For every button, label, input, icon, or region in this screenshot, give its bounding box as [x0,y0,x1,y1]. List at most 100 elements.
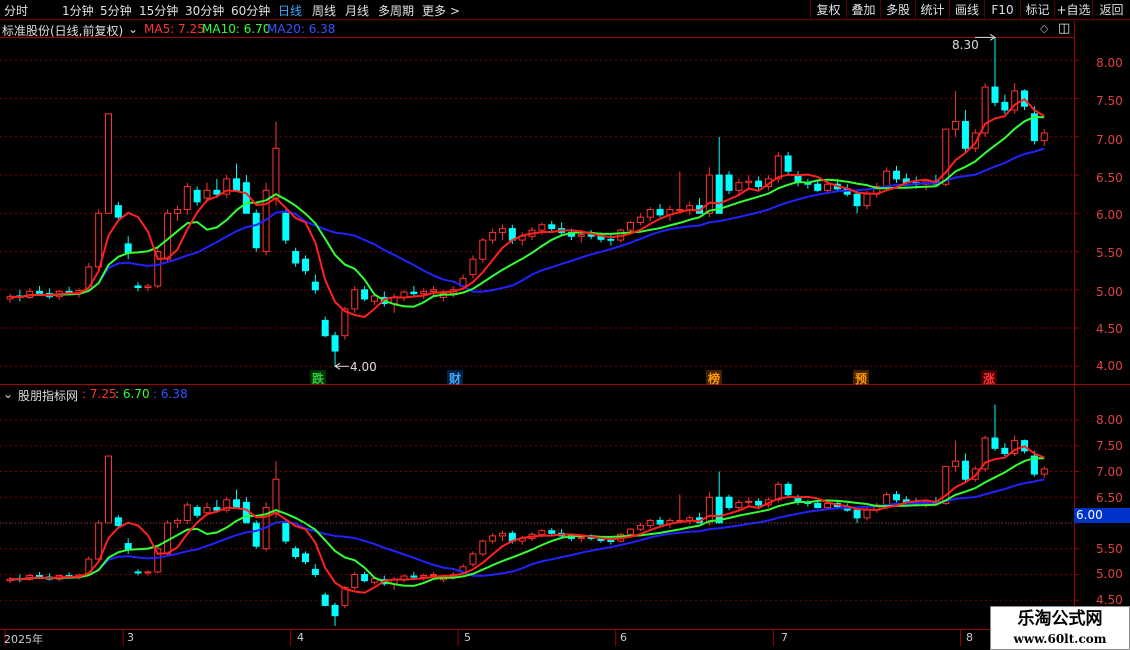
main-candle [952,121,960,130]
period-tab-monthly[interactable]: 月线 [345,2,369,19]
overlay-button[interactable]: 叠加 [846,0,880,20]
add-watchlist-button[interactable]: +自选 [1054,0,1092,20]
period-tab-60min[interactable]: 60分钟 [231,2,270,19]
period-tab-30min[interactable]: 30分钟 [185,2,224,19]
high-price-label: 8.30 [952,38,979,52]
main-y-tick: 5.00 [1096,285,1123,299]
event-marker-forecast[interactable]: 预 [855,370,867,387]
main-candle [203,189,211,199]
main-candle [430,289,438,292]
panel-layout-icon[interactable]: ◫ [1058,21,1070,36]
main-candle [705,174,713,214]
sub-candle [311,568,319,575]
adjust-button[interactable]: 复权 [810,0,846,20]
sub-candle [114,517,122,527]
main-candle [725,174,733,191]
date-label: 7 [781,631,788,644]
main-candle [577,234,585,237]
sub-candle [863,509,871,519]
indicator-value-2: : 6.70 [115,387,150,401]
draw-line-button[interactable]: 画线 [949,0,984,20]
main-candle [114,205,122,218]
f10-button[interactable]: F10 [984,0,1020,20]
multi-stock-button[interactable]: 多股 [880,0,915,20]
sub-candle [479,540,487,555]
crosshair-price-box: 6.00 [1074,508,1130,523]
sub-candle [233,499,241,509]
main-y-tick: 4.50 [1096,322,1123,336]
sub-candle [203,507,211,514]
period-tab-daily[interactable]: 日线 [278,2,302,19]
main-candle [538,224,546,231]
event-marker-drop[interactable]: 跌 [312,370,324,387]
main-candle [134,285,142,289]
sub-y-tick: 5.50 [1096,542,1123,556]
back-button[interactable]: 返回 [1092,0,1130,20]
main-candle [95,212,103,268]
main-candle [124,243,132,254]
kline-chart[interactable] [0,21,1130,650]
main-y-tick: 4.00 [1096,359,1123,373]
sub-candle [183,504,191,521]
main-y-tick: 6.50 [1096,171,1123,185]
sub-candle [755,500,763,506]
sub-candle [144,571,152,574]
main-candle [755,180,763,188]
main-candle [420,290,428,295]
period-tab-15min[interactable]: 15分钟 [139,2,178,19]
main-candle [144,285,152,289]
main-candle [1040,132,1048,142]
main-candle [361,289,369,300]
main-candle [1001,101,1009,111]
main-candle [824,183,832,191]
sub-candle [1040,468,1048,475]
main-y-tick: 6.00 [1096,208,1123,222]
date-label: 5 [464,631,471,644]
main-candle [499,228,506,233]
main-candle [489,231,497,241]
main-candle [656,208,664,216]
main-candle [853,193,861,207]
period-tab-multi[interactable]: 多周期 [378,2,414,19]
main-y-tick: 5.50 [1096,246,1123,260]
period-tab-timeshare[interactable]: 分时 [4,2,28,19]
sub-candle [607,540,615,543]
indicator-value-1: : 7.25 [82,387,117,401]
main-candle [173,208,181,214]
main-candle [627,221,635,231]
main-y-tick: 8.00 [1096,56,1123,70]
sub-candle [321,594,329,606]
sub-panel-settings-icon[interactable]: ⌄ [3,387,13,401]
sub-candle [824,502,832,509]
chevron-down-icon[interactable]: ⌄ [128,22,138,36]
period-tab-1min[interactable]: 1分钟 [62,2,94,19]
mark-button[interactable]: 标记 [1020,0,1054,20]
sub-candle [745,500,753,503]
sub-y-tick: 4.50 [1096,593,1123,607]
sub-candle [636,525,644,530]
main-candle [607,238,615,241]
low-price-label: 4.00 [350,360,377,374]
event-marker-list[interactable]: 榜 [708,370,720,387]
sub-candle [538,530,546,535]
ma20-value: MA20: 6.38 [267,22,336,36]
main-candle [311,281,319,291]
ma5-line [9,98,1045,318]
sub-candle [499,532,506,537]
statistics-button[interactable]: 统计 [915,0,949,20]
period-tab-5min[interactable]: 5分钟 [100,2,132,19]
diamond-icon[interactable]: ◇ [1040,22,1048,35]
main-candle [410,291,418,295]
event-marker-rise[interactable]: 涨 [983,370,995,387]
date-label: 4 [297,631,304,644]
date-label: 3 [127,631,134,644]
main-candle [893,170,900,180]
sub-y-tick: 5.00 [1096,567,1123,581]
event-marker-finance[interactable]: 财 [449,370,461,387]
sub-candle [410,575,418,578]
sub-candle [292,548,300,557]
period-tab-weekly[interactable]: 周线 [312,2,336,19]
main-candle [233,178,241,191]
more-periods-button[interactable]: 更多 > [422,2,460,19]
main-candle [961,121,969,149]
